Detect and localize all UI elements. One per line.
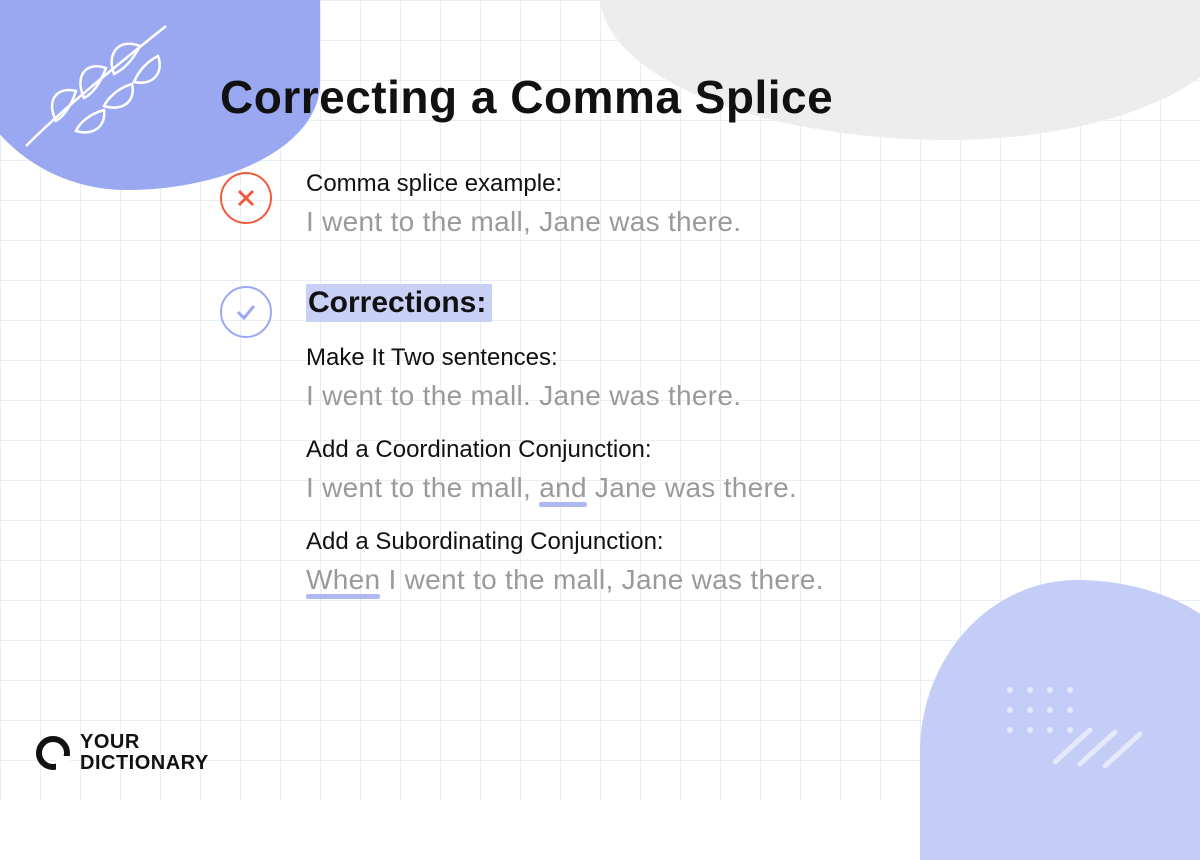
leaf-icon xyxy=(6,6,186,166)
correction-label: Make It Two sentences: xyxy=(306,344,1120,372)
decorative-lines-icon xyxy=(1050,722,1160,772)
wrong-example-text: I went to the mall, Jane was there. xyxy=(306,206,1120,238)
correct-icon xyxy=(220,286,272,338)
wrong-example-row: Comma splice example: I went to the mall… xyxy=(220,170,1120,262)
brand-logo: YOUR DICTIONARY xyxy=(36,732,209,774)
page-title: Correcting a Comma Splice xyxy=(220,70,1120,124)
wrong-label: Comma splice example: xyxy=(306,170,1120,198)
correction-label: Add a Subordinating Conjunction: xyxy=(306,528,1120,556)
correction-example-text: I went to the mall, and Jane was there. xyxy=(306,472,1120,504)
main-content: Correcting a Comma Splice Comma splice e… xyxy=(220,70,1120,642)
corrections-heading: Corrections: xyxy=(306,284,492,322)
logo-text: YOUR DICTIONARY xyxy=(80,732,209,774)
correction-example-text: When I went to the mall, Jane was there. xyxy=(306,564,1120,596)
correction-example-text: I went to the mall. Jane was there. xyxy=(306,380,1120,412)
corrections-row: Corrections: Make It Two sentences: I we… xyxy=(220,284,1120,620)
logo-mark-icon xyxy=(36,736,70,770)
correction-label: Add a Coordination Conjunction: xyxy=(306,436,1120,464)
underlined-word: When xyxy=(306,564,380,595)
wrong-icon xyxy=(220,172,272,224)
underlined-word: and xyxy=(539,472,587,503)
